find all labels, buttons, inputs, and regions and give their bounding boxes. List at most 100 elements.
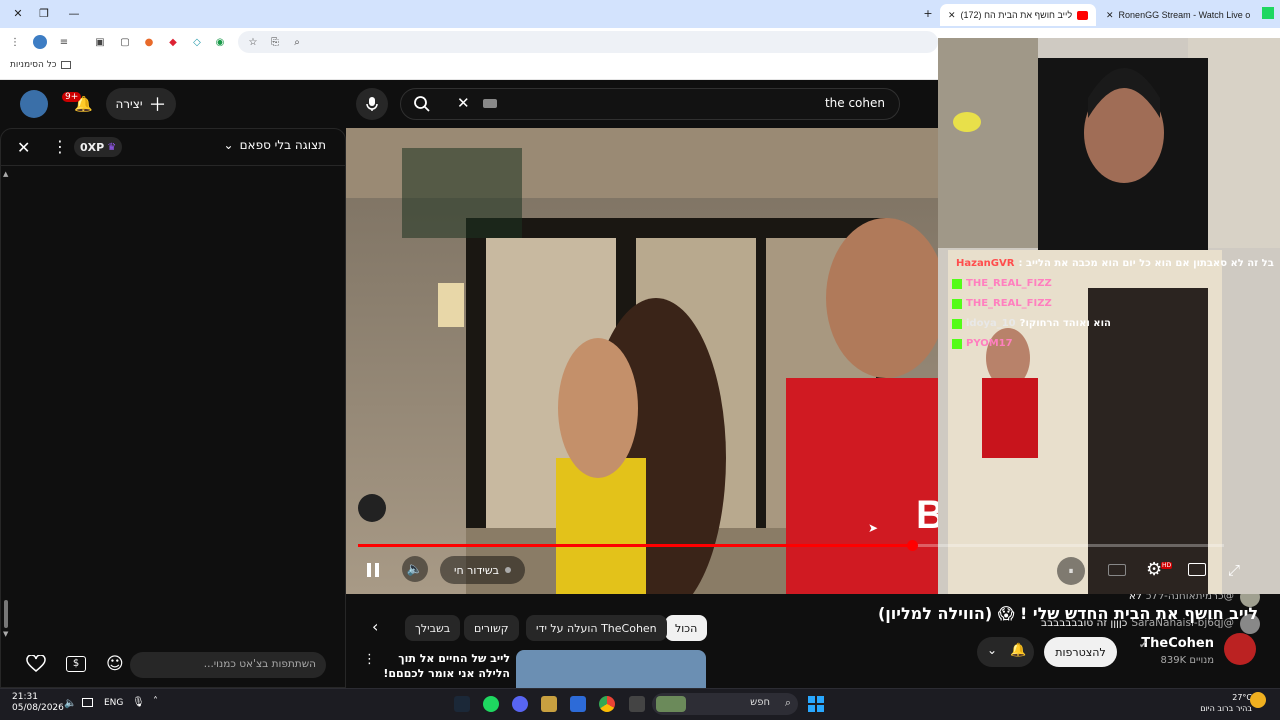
super-chat-icon[interactable]: $ xyxy=(66,656,86,672)
autoplay-toggle[interactable]: ⏸ xyxy=(1057,557,1085,585)
settings-gear-icon[interactable]: ⚙ xyxy=(1146,559,1162,580)
chevron-down-icon: ⌄ xyxy=(223,138,234,152)
steam-icon[interactable] xyxy=(454,696,470,712)
volume-tray-icon[interactable]: 🔈 xyxy=(64,698,76,709)
minimize-window-button[interactable]: — xyxy=(62,4,86,22)
channel-watermark[interactable] xyxy=(358,494,386,522)
kick-badge-icon xyxy=(952,279,962,289)
language-indicator[interactable]: ENG xyxy=(104,698,123,708)
search-icon[interactable] xyxy=(413,95,431,113)
theater-mode-icon[interactable] xyxy=(1188,563,1206,576)
recommended-thumbnail[interactable] xyxy=(516,650,706,688)
clear-search-icon[interactable]: ✕ xyxy=(457,94,470,112)
fullscreen-icon[interactable]: ⤢ xyxy=(1228,561,1240,579)
weather-widget[interactable]: 27°C בהיר ברוב היום xyxy=(1200,692,1252,714)
tab-ronengg[interactable]: ✕ RonenGG Stream - Watch Live o xyxy=(1098,4,1258,26)
recommended-title[interactable]: לייב של החיים אל תוך הלילה אני אומר לכםם… xyxy=(375,651,510,681)
overlay-chat-user: THE_REAL_FIZZ xyxy=(966,278,1052,289)
bell-icon: 🔔 xyxy=(1010,643,1027,658)
more-options-icon[interactable]: ⋮ xyxy=(363,652,376,667)
tab-youtube[interactable]: ✕ (172) לייב חושף את הבית הח xyxy=(940,4,1096,26)
pause-icon[interactable] xyxy=(366,562,380,578)
menu-icon[interactable]: ⋮ xyxy=(8,35,22,49)
browser-tab-bar: ✕ ❐ — ✕ RonenGG Stream - Watch Live o ✕ … xyxy=(0,0,1280,28)
extension-icon[interactable]: ◉ xyxy=(213,35,227,49)
scroll-down-icon[interactable]: ▼ xyxy=(3,630,8,638)
create-label: יצירה xyxy=(115,97,143,111)
task-view-icon[interactable] xyxy=(629,696,645,712)
search-box[interactable]: ✕ the cohen xyxy=(400,88,900,120)
network-icon[interactable] xyxy=(82,698,93,707)
overlay-chat-text: הוא ואוהד הרחוקו? xyxy=(1019,318,1111,329)
volume-icon[interactable]: 🔈 xyxy=(402,556,428,582)
chip-related[interactable]: קשורים xyxy=(464,615,519,641)
chat-input[interactable]: השתתפות בצ'אט כמנוי... xyxy=(130,652,326,678)
video-title: לייב חושף את הבית החדש שלי ! 😱 (הווילה ל… xyxy=(877,604,1258,623)
notepad-icon[interactable] xyxy=(570,696,586,712)
chat-scrollbar[interactable] xyxy=(4,600,8,628)
chrome-icon[interactable] xyxy=(599,696,615,712)
close-tab-icon[interactable]: ✕ xyxy=(948,10,956,21)
xp-badge[interactable]: 0XP ♛ xyxy=(74,137,123,157)
tab-label: RonenGG Stream - Watch Live o xyxy=(1118,10,1251,20)
emoji-icon[interactable]: ☺ xyxy=(106,654,124,674)
weather-temp: 27°C xyxy=(1232,693,1252,702)
chevron-up-icon[interactable]: ˄ xyxy=(153,696,158,707)
close-chat-icon[interactable]: ✕ xyxy=(17,138,30,157)
overlay-chat-user: HazanGVR xyxy=(956,258,1015,269)
overlay-chat-message: THE_REAL_FIZZ xyxy=(952,298,1056,309)
progress-bar[interactable] xyxy=(358,540,1224,551)
subscribe-bell-button[interactable]: ⌄ 🔔 xyxy=(977,637,1034,667)
puzzle-icon[interactable]: ▣ xyxy=(93,35,107,49)
profile-icon[interactable] xyxy=(33,35,47,49)
hd-badge: HD xyxy=(1161,562,1173,569)
extension-icon[interactable]: ◇ xyxy=(190,35,204,49)
video-player[interactable]: BU xyxy=(346,128,938,594)
chip-all[interactable]: הכול xyxy=(665,615,708,641)
translate-icon[interactable]: ⎘ xyxy=(268,35,282,49)
create-button[interactable]: יצירה ＋ xyxy=(106,88,176,120)
subtitles-icon[interactable] xyxy=(1108,564,1126,576)
scroll-up-icon[interactable]: ▲ xyxy=(3,170,8,178)
join-button[interactable]: להצטרפות xyxy=(1044,637,1117,667)
live-badge[interactable]: בשידור חי xyxy=(440,556,525,584)
overlay-chat-message: THE_REAL_FIZZ xyxy=(952,278,1056,289)
voice-search-button[interactable] xyxy=(356,88,388,120)
new-tab-button[interactable]: + xyxy=(916,4,940,22)
app-icon[interactable] xyxy=(541,696,557,712)
more-options-icon[interactable]: ⋮ xyxy=(52,137,68,156)
zoom-icon[interactable]: ⌕ xyxy=(290,35,304,49)
taskbar-search[interactable]: חפש ⌕ xyxy=(652,693,798,715)
extension-icon[interactable]: ● xyxy=(142,35,156,49)
restore-window-button[interactable]: ❐ xyxy=(32,4,56,22)
live-chat-panel xyxy=(0,128,346,688)
clock-time: 21:31 xyxy=(12,692,38,702)
all-bookmarks[interactable]: כל הסימניות xyxy=(10,60,71,70)
chip-uploaded-by[interactable]: הועלה על ידי TheCohen xyxy=(526,615,667,641)
keyboard-icon[interactable] xyxy=(483,99,497,108)
bookmark-star-icon[interactable]: ☆ xyxy=(246,35,260,49)
close-tab-icon[interactable]: ✕ xyxy=(1106,10,1114,21)
microphone-tray-icon[interactable]: 🎙 xyxy=(132,697,145,708)
chip-for-you[interactable]: בשבילך xyxy=(405,615,461,641)
clock[interactable]: 21:31 05/08/2026 xyxy=(12,692,64,714)
heart-icon[interactable] xyxy=(26,655,46,673)
extension-icon[interactable]: ◆ xyxy=(166,35,180,49)
avatar[interactable] xyxy=(20,90,48,118)
windows-start-icon[interactable] xyxy=(808,696,824,712)
discord-icon[interactable] xyxy=(512,696,528,712)
spotify-icon[interactable] xyxy=(483,696,499,712)
channel-avatar[interactable] xyxy=(1224,633,1256,665)
channel-name[interactable]: TheCohen xyxy=(1141,636,1214,651)
address-bar[interactable] xyxy=(238,31,938,53)
subscriber-count: 839K מנויים xyxy=(1160,655,1214,666)
chevron-left-icon[interactable]: ‹ xyxy=(372,617,378,636)
extension-icon[interactable]: ▢ xyxy=(118,35,132,49)
extension-icon[interactable]: ≡ xyxy=(57,35,71,49)
close-window-button[interactable]: ✕ xyxy=(6,4,30,22)
verified-icon: ✔ xyxy=(1139,640,1148,651)
crown-icon: ♛ xyxy=(107,141,117,153)
chat-mode-dropdown[interactable]: תצוגה בלי ספאם ⌄ xyxy=(224,138,326,152)
mouse-cursor-icon: ➤ xyxy=(868,521,879,535)
search-input[interactable]: the cohen xyxy=(825,96,885,110)
